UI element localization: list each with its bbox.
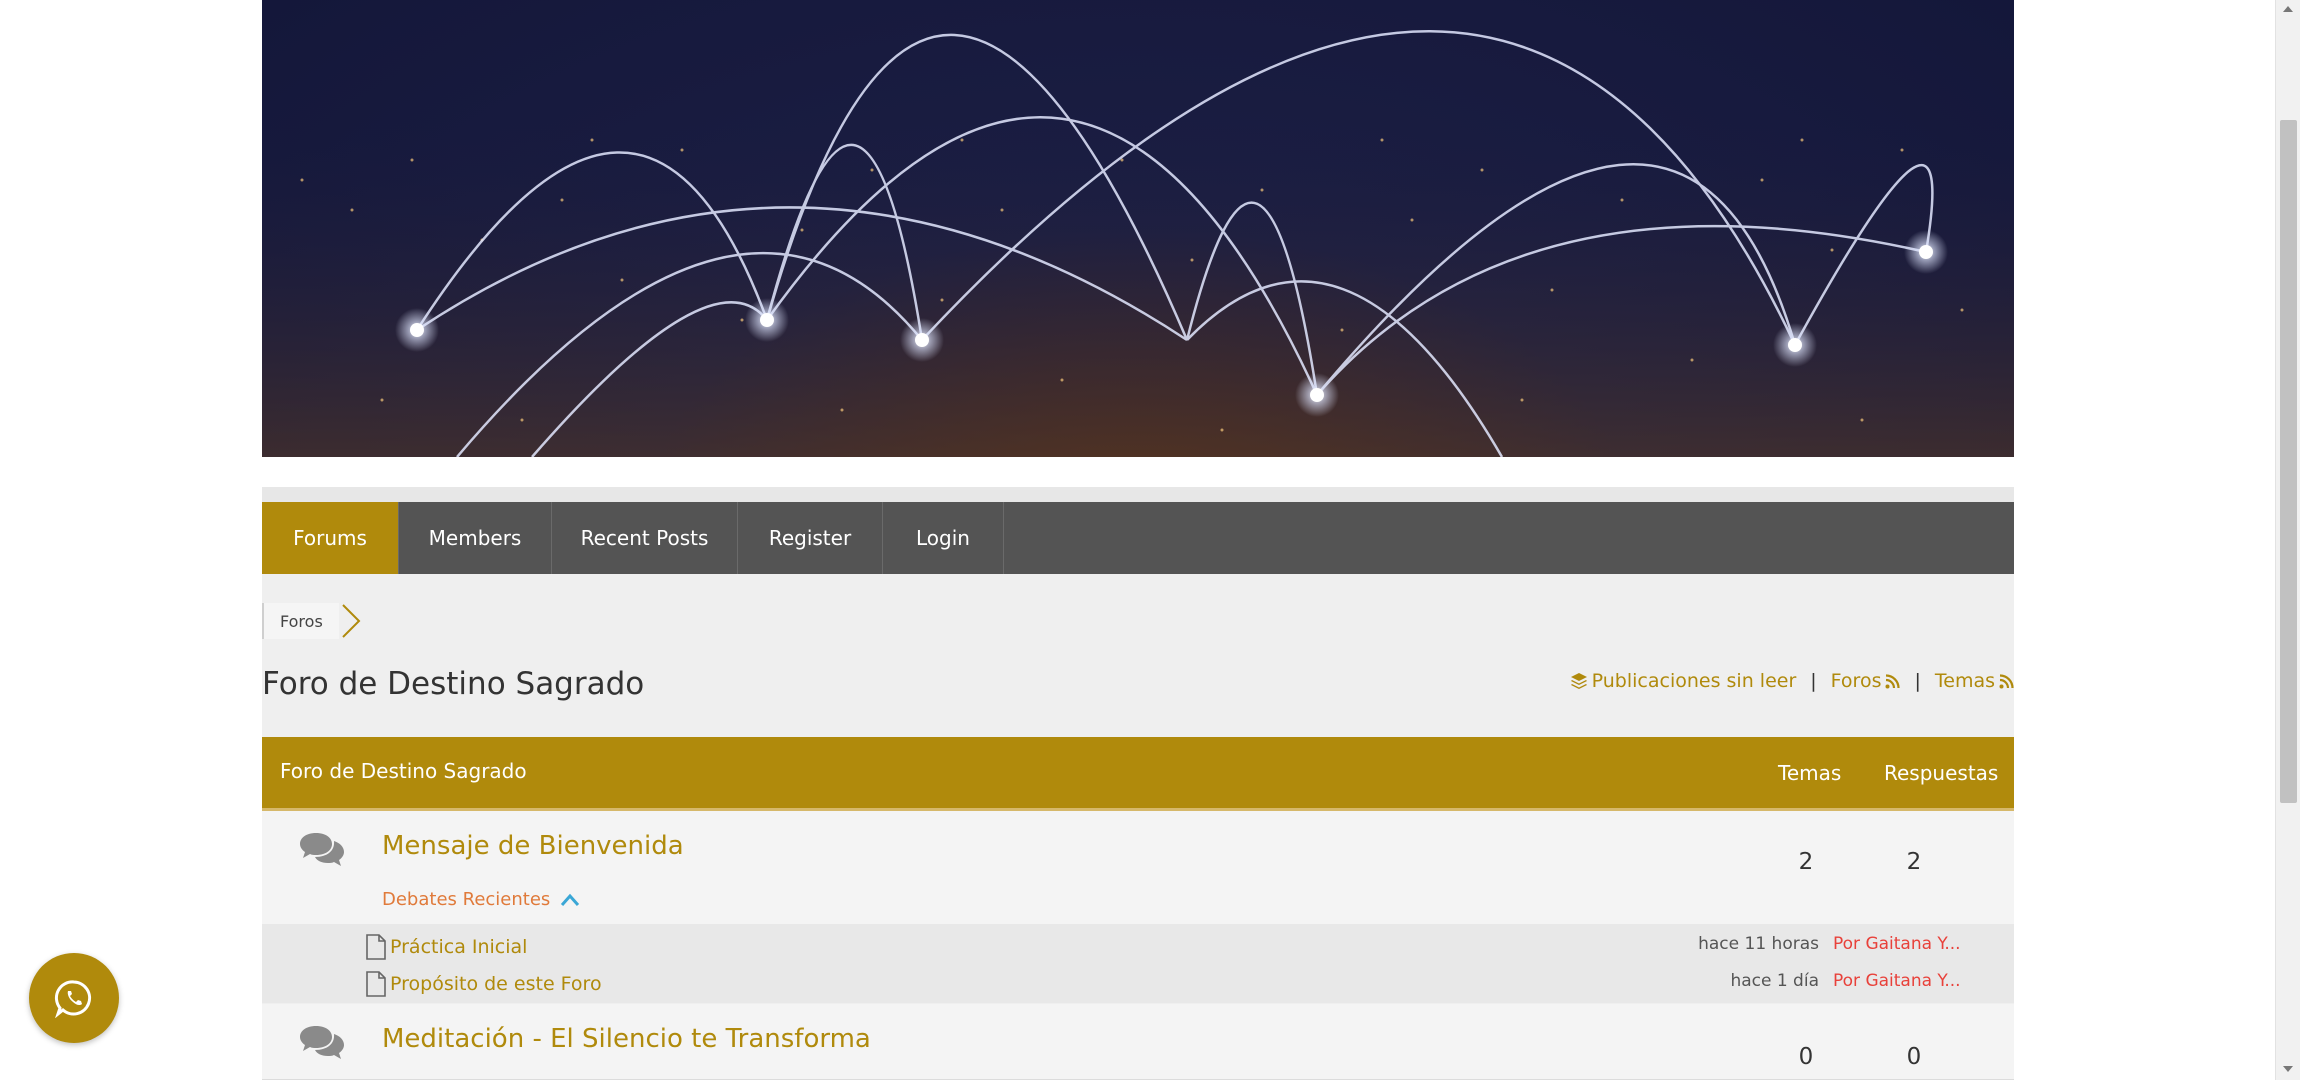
- forum-table-header: Foro de Destino Sagrado Temas Respuestas: [262, 737, 2014, 811]
- table-header-name: Foro de Destino Sagrado: [280, 759, 527, 783]
- topics-rss-label: Temas: [1934, 670, 1995, 692]
- breadcrumb-root[interactable]: Foros: [262, 603, 339, 639]
- nav-top-strip: [262, 487, 2014, 502]
- nav-register[interactable]: Register: [738, 502, 883, 574]
- scrollbar-thumb[interactable]: [2280, 120, 2297, 803]
- topic-title: Propósito de este Foro: [390, 973, 602, 995]
- link-separator: |: [1914, 670, 1921, 692]
- forums-rss-link[interactable]: Foros: [1831, 670, 1901, 692]
- file-icon: [366, 971, 386, 997]
- header-links: Publicaciones sin leer | Foros | Temas: [1570, 670, 2014, 692]
- forum-row: Meditación - El Silencio te Transforma 0…: [262, 1004, 2014, 1080]
- recent-discussions-toggle[interactable]: Debates Recientes: [382, 889, 580, 910]
- forum-link-bienvenida[interactable]: Mensaje de Bienvenida: [382, 831, 684, 861]
- page-title: Foro de Destino Sagrado: [262, 666, 645, 702]
- forum-link-meditacion[interactable]: Meditación - El Silencio te Transforma: [382, 1024, 871, 1054]
- nav-forums[interactable]: Forums: [262, 502, 399, 574]
- nav-recent-posts[interactable]: Recent Posts: [552, 502, 738, 574]
- nav-members[interactable]: Members: [399, 502, 552, 574]
- forum-content: Foros Foro de Destino Sagrado Publicacio…: [262, 574, 2014, 1080]
- forum-replies-count: 0: [1906, 1044, 1922, 1070]
- forum-topics-count: 0: [1798, 1044, 1814, 1070]
- topics-rss-link[interactable]: Temas: [1935, 670, 2014, 692]
- rss-icon: [1885, 673, 1901, 688]
- link-separator: |: [1810, 670, 1817, 692]
- recent-topics-list: Práctica Inicial hace 11 horas Por Gaita…: [262, 924, 2014, 1003]
- forums-rss-label: Foros: [1830, 670, 1882, 692]
- main-nav: Forums Members Recent Posts Register Log…: [262, 502, 2014, 574]
- forum-row: Mensaje de Bienvenida 2 2 Debates Recien…: [262, 811, 2014, 1003]
- scroll-up-icon[interactable]: [2283, 6, 2293, 12]
- page-scrollbar[interactable]: [2275, 0, 2300, 1080]
- page: Forums Members Recent Posts Register Log…: [0, 0, 2300, 1080]
- layers-icon: [1570, 673, 1587, 689]
- hero-banner: [262, 0, 2014, 457]
- recent-discussions-label: Debates Recientes: [382, 889, 551, 910]
- topic-title: Práctica Inicial: [390, 936, 528, 958]
- topic-time: hace 1 día: [1730, 971, 1819, 991]
- topic-link[interactable]: Práctica Inicial: [366, 934, 527, 960]
- chevron-up-icon: [561, 893, 580, 906]
- breadcrumb: Foros: [262, 603, 365, 639]
- forum-topics-count: 2: [1798, 849, 1814, 875]
- rss-icon: [1999, 673, 2014, 688]
- topic-author-link[interactable]: Por Gaitana Y...: [1833, 971, 1961, 991]
- scroll-down-icon[interactable]: [2283, 1066, 2293, 1072]
- column-topics: Temas: [1778, 761, 1842, 785]
- topic-author-link[interactable]: Por Gaitana Y...: [1833, 934, 1961, 954]
- comments-icon: [300, 1026, 344, 1059]
- whatsapp-button[interactable]: [29, 953, 119, 1043]
- unread-posts-label: Publicaciones sin leer: [1591, 670, 1797, 692]
- comments-icon: [300, 833, 344, 866]
- whatsapp-icon: [54, 980, 92, 1018]
- file-icon: [366, 934, 386, 960]
- topic-link[interactable]: Propósito de este Foro: [366, 971, 602, 997]
- column-replies: Respuestas: [1884, 761, 1999, 785]
- city-network-illustration: [262, 30, 2014, 457]
- nav-login[interactable]: Login: [883, 502, 1004, 574]
- unread-posts-link[interactable]: Publicaciones sin leer: [1570, 670, 1797, 692]
- forum-replies-count: 2: [1906, 849, 1922, 875]
- chevron-right-icon: [342, 604, 361, 638]
- topic-time: hace 11 horas: [1698, 934, 1819, 954]
